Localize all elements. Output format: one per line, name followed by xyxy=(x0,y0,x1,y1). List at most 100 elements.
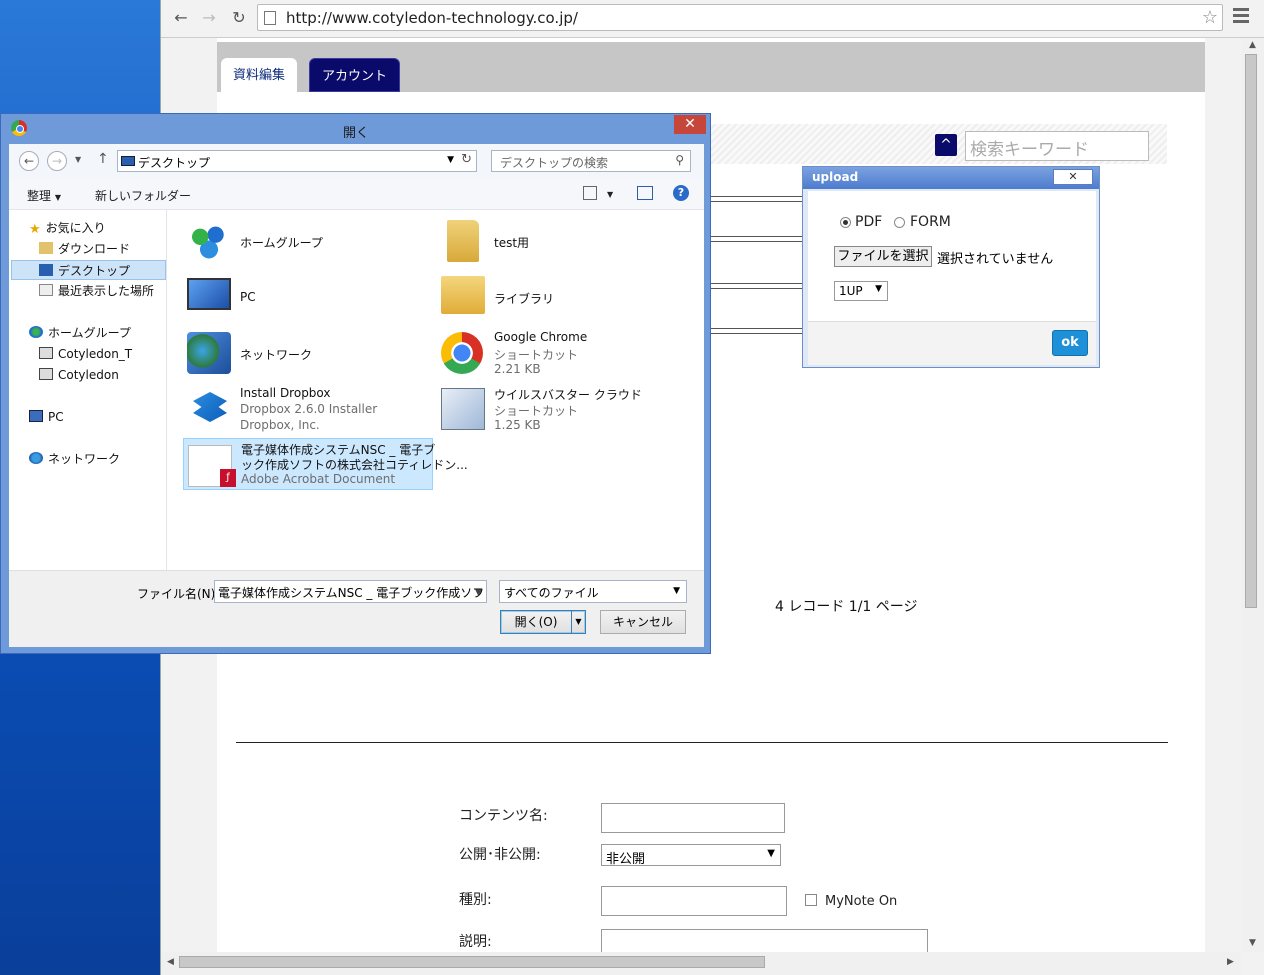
view-options-icon[interactable] xyxy=(583,186,597,200)
filetype-select[interactable]: すべてのファイル ▼ xyxy=(499,580,687,603)
back-icon[interactable]: ← xyxy=(171,8,191,28)
dropbox-icon xyxy=(193,392,227,422)
file-item-pdf-selected[interactable]: ƒ 電子媒体作成システムNSC _ 電子ブ ック作成ソフトの株式会社コティレドン… xyxy=(183,438,468,490)
nav-desktop-label: デスクトップ xyxy=(58,264,131,278)
table-line xyxy=(707,196,807,197)
type-textarea[interactable] xyxy=(601,886,787,916)
filetype-value: すべてのファイル xyxy=(504,586,599,600)
cancel-button[interactable]: キャンセル xyxy=(600,610,686,634)
scroll-down-icon[interactable]: ▼ xyxy=(1249,938,1256,948)
nav-network[interactable]: ネットワーク xyxy=(29,449,120,469)
table-line xyxy=(707,288,807,289)
dialog-search-input[interactable]: デスクトップの検索 ⚲ xyxy=(491,150,691,172)
browser-toolbar: ← → ↻ http://www.cotyledon-technology.co… xyxy=(161,0,1264,38)
table-line xyxy=(707,333,807,334)
address-box[interactable]: デスクトップ ▼ ↻ xyxy=(117,150,477,172)
collapse-button[interactable]: ^ xyxy=(935,134,957,156)
nav-recent-label: 最近表示した場所 xyxy=(58,284,155,298)
file-publisher: Dropbox, Inc. xyxy=(240,418,320,432)
file-description: Dropbox 2.6.0 Installer xyxy=(240,402,378,416)
address-row: ← → ▼ ↑ デスクトップ ▼ ↻ デスクトップの検索 ⚲ xyxy=(9,144,704,178)
refresh-icon[interactable]: ↻ xyxy=(461,152,472,167)
chevron-down-icon[interactable]: ▼ xyxy=(571,611,585,633)
file-item-google-chrome[interactable]: Google Chrome ショートカット 2.21 KB xyxy=(437,326,687,378)
content-name-label: コンテンツ名: xyxy=(459,808,548,824)
preview-pane-icon[interactable] xyxy=(637,186,653,200)
tab-document-edit[interactable]: 資料編集 xyxy=(221,58,298,92)
address-bar[interactable]: http://www.cotyledon-technology.co.jp/ ☆ xyxy=(257,4,1223,31)
chevron-down-icon: ▼ xyxy=(875,284,882,294)
virusbuster-icon xyxy=(441,388,485,430)
keyword-search-input[interactable]: 検索キーワード xyxy=(965,131,1149,161)
form-radio[interactable] xyxy=(894,217,905,228)
recent-dropdown-icon[interactable]: ▼ xyxy=(75,155,81,164)
up-arrow-icon[interactable]: ↑ xyxy=(97,151,109,167)
pdf-radio[interactable] xyxy=(840,217,851,228)
scroll-right-icon[interactable]: ▶ xyxy=(1227,957,1234,967)
description-label: 説明: xyxy=(459,934,492,950)
nav-user-cotyledon-t[interactable]: Cotyledon_T xyxy=(39,344,132,364)
publish-label: 公開･非公開: xyxy=(459,847,541,863)
forward-icon[interactable]: → xyxy=(199,8,219,28)
content-name-input[interactable] xyxy=(601,803,785,833)
layout-select[interactable]: 1UP ▼ xyxy=(834,281,888,301)
chevron-down-icon[interactable]: ▼ xyxy=(607,190,613,199)
open-button[interactable]: 開く(O) ▼ xyxy=(500,610,586,634)
file-open-dialog: 開く ✕ ← → ▼ ↑ デスクトップ ▼ ↻ デスクトップの検索 ⚲ 整理 ▼… xyxy=(0,113,711,654)
back-icon[interactable]: ← xyxy=(19,151,39,171)
file-item-pc[interactable]: PC xyxy=(183,270,433,322)
mynote-label: MyNote On xyxy=(825,894,898,909)
downloads-folder-icon xyxy=(39,242,53,254)
organize-button[interactable]: 整理 ▼ xyxy=(27,187,61,204)
upload-close-button[interactable]: ✕ xyxy=(1053,169,1093,185)
library-icon xyxy=(441,276,485,314)
file-item-network[interactable]: ネットワーク xyxy=(183,326,433,378)
bookmark-star-icon[interactable]: ☆ xyxy=(1202,7,1218,28)
nav-downloads[interactable]: ダウンロード xyxy=(39,239,130,259)
filename-input[interactable]: 電子媒体作成システムNSC _ 電子ブック作成ソフトの xyxy=(214,580,487,603)
file-item-homegroup[interactable]: ホームグループ xyxy=(183,214,433,266)
new-folder-button[interactable]: 新しいフォルダー xyxy=(95,187,191,204)
organize-label: 整理 xyxy=(27,189,52,203)
address-text: デスクトップ xyxy=(138,156,211,170)
nav-user-cotyledon[interactable]: Cotyledon xyxy=(39,365,119,385)
ok-button[interactable]: ok xyxy=(1052,330,1088,356)
user-folder-icon xyxy=(447,220,479,262)
nav-favorites[interactable]: ★ お気に入り xyxy=(29,218,106,238)
publish-select[interactable]: 非公開 ▼ xyxy=(601,844,781,867)
user-icon xyxy=(39,368,53,380)
section-divider xyxy=(236,742,1168,743)
description-input[interactable] xyxy=(601,929,928,952)
chevron-down-icon[interactable]: ▼ xyxy=(447,155,454,165)
nav-pc[interactable]: PC xyxy=(29,407,64,427)
scroll-up-icon[interactable]: ▲ xyxy=(1249,40,1256,50)
horizontal-scroll-thumb[interactable] xyxy=(179,956,765,968)
chevron-down-icon[interactable]: ▼ xyxy=(475,588,482,598)
publish-select-value: 非公開 xyxy=(606,852,646,867)
nav-homegroup[interactable]: ホームグループ xyxy=(29,323,131,343)
file-item-virusbuster[interactable]: ウイルスバスター クラウド ショートカット 1.25 KB xyxy=(437,382,687,434)
reload-icon[interactable]: ↻ xyxy=(229,8,249,28)
vertical-scroll-thumb[interactable] xyxy=(1245,54,1257,608)
dialog-close-button[interactable]: ✕ xyxy=(674,115,706,134)
file-item-test-folder[interactable]: test用 xyxy=(437,214,687,266)
choose-file-button[interactable]: ファイルを選択 xyxy=(834,246,932,267)
homegroup-icon xyxy=(187,220,231,262)
file-item-library[interactable]: ライブラリ xyxy=(437,270,687,322)
menu-icon[interactable] xyxy=(1233,8,1249,24)
help-icon[interactable]: ? xyxy=(673,185,689,201)
desktop-icon xyxy=(39,264,53,276)
file-item-install-dropbox[interactable]: Install Dropbox Dropbox 2.6.0 Installer … xyxy=(183,382,433,434)
recent-places-icon xyxy=(39,284,53,296)
nav-recent[interactable]: 最近表示した場所 xyxy=(39,281,154,301)
nav-desktop[interactable]: デスクトップ xyxy=(11,260,166,280)
forward-icon[interactable]: → xyxy=(47,151,67,171)
nav-network-label: ネットワーク xyxy=(48,452,121,466)
mynote-checkbox[interactable] xyxy=(805,894,817,906)
scroll-left-icon[interactable]: ◀ xyxy=(167,957,174,967)
file-type: ショートカット xyxy=(494,404,579,418)
pdf-radio-label: PDF xyxy=(855,214,883,230)
acrobat-badge-icon: ƒ xyxy=(220,469,236,487)
tab-account[interactable]: アカウント xyxy=(309,58,401,92)
chevron-down-icon: ▼ xyxy=(767,848,775,859)
